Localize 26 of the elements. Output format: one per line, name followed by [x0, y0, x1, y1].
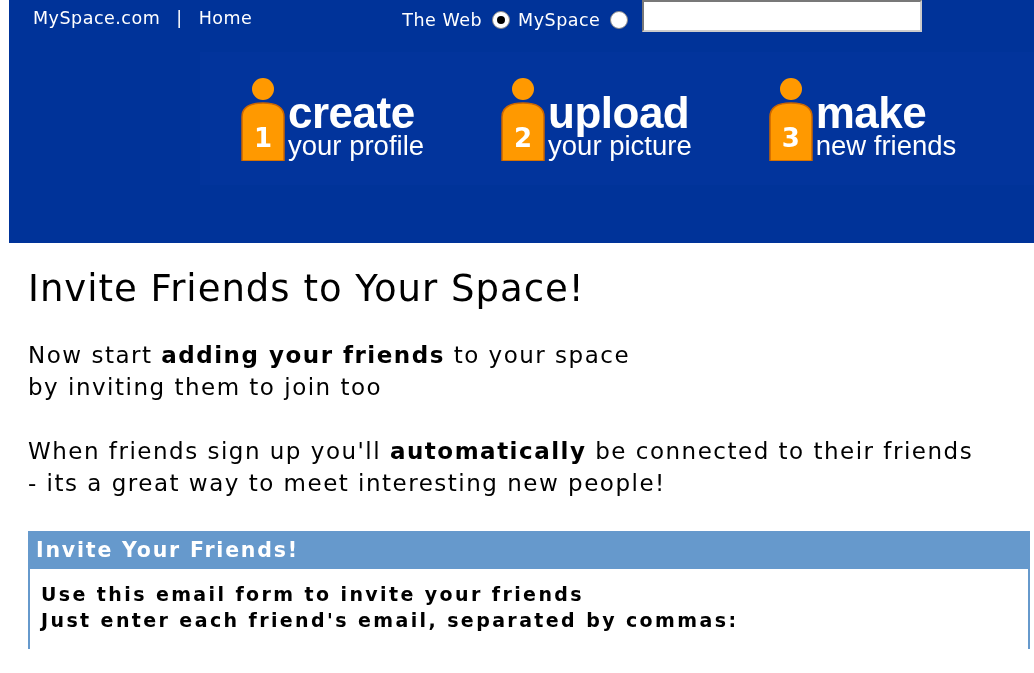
search-field[interactable]	[642, 0, 923, 32]
radio-button[interactable]	[492, 11, 511, 29]
search-option-label: The Web	[402, 10, 483, 30]
nav-link[interactable]: Home	[198, 8, 253, 28]
step-number: 3	[780, 122, 801, 153]
body-text: - its a great way to meet interesting new people!	[28, 469, 667, 498]
instruction-text: Just enter each friend's email, separated by commas:	[41, 608, 740, 633]
person-icon	[767, 76, 814, 161]
step-subtitle: your profile	[288, 132, 425, 159]
separator: |	[176, 8, 183, 28]
panel-title: Invite Your Friends!	[30, 531, 1028, 569]
person-icon	[500, 76, 547, 161]
step-title: make	[815, 92, 927, 133]
body-text: Now start adding your friends to your space	[28, 341, 632, 370]
body-text: When friends sign up you'll automatically be connected to their friends	[28, 437, 975, 466]
step-number: 2	[513, 122, 534, 153]
page-heading: Invite Friends to Your Space!	[28, 267, 586, 311]
step-number: 1	[252, 122, 274, 153]
search-option-label: MySpace	[518, 10, 601, 30]
step-subtitle: new friends	[815, 132, 957, 159]
radio-button[interactable]	[610, 11, 629, 29]
instruction-text: Use this email form to invite your friends	[41, 582, 586, 607]
nav-link[interactable]: MySpace.com	[33, 8, 161, 28]
step-title: create	[288, 92, 415, 133]
body-text: by inviting them to join too	[28, 373, 384, 402]
person-icon	[240, 76, 286, 161]
